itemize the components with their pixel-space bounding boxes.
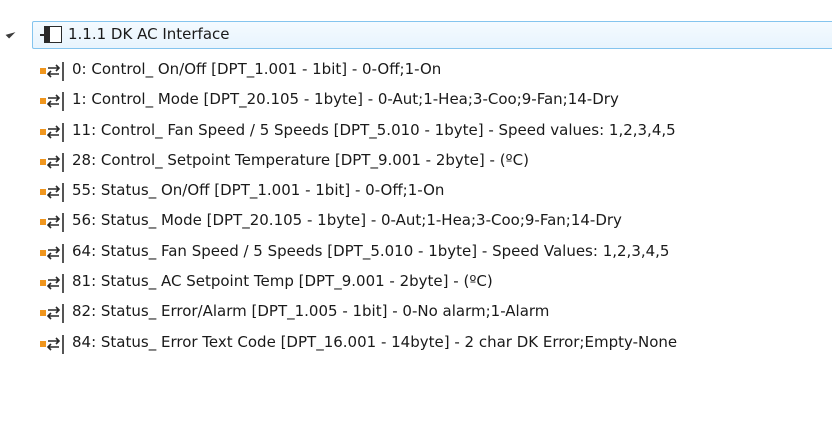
- communication-object-label: 28: Control_ Setpoint Temperature [DPT_9…: [72, 150, 529, 169]
- communication-object-label: 56: Status_ Mode [DPT_20.105 - 1byte] - …: [72, 211, 622, 230]
- communication-object-icon: [40, 274, 64, 294]
- triangle-expanded-icon[interactable]: [5, 28, 16, 39]
- communication-object-label: 55: Status_ On/Off [DPT_1.001 - 1bit] - …: [72, 181, 445, 200]
- communication-object-icon: [40, 62, 64, 81]
- communication-object-label: 84: Status_ Error Text Code [DPT_16.001 …: [72, 332, 678, 351]
- communication-object-label: 64: Status_ Fan Speed / 5 Speeds [DPT_5.…: [72, 241, 670, 260]
- communication-object-icon: [40, 243, 64, 263]
- knx-device-icon: [40, 26, 62, 43]
- communication-object-label: 81: Status_ AC Setpoint Temp [DPT_9.001 …: [72, 272, 493, 291]
- device-node[interactable]: 1.1.1 DK AC Interface: [0, 20, 832, 50]
- communication-object-icon: [40, 334, 64, 354]
- communication-object-icon: [40, 213, 64, 233]
- device-label: 1.1.1 DK AC Interface: [68, 25, 230, 43]
- communication-object-label: 11: Control_ Fan Speed / 5 Speeds [DPT_5…: [72, 120, 676, 139]
- communication-object-icon: [40, 152, 64, 172]
- communication-object-label: 0: Control_ On/Off [DPT_1.001 - 1bit] - …: [72, 60, 442, 78]
- device-tree: 1.1.1 DK AC Interface 0: Control_ On/Off…: [0, 0, 832, 437]
- communication-object-label: 82: Status_ Error/Alarm [DPT_1.005 - 1bi…: [72, 302, 550, 321]
- communication-object-label: 1: Control_ Mode [DPT_20.105 - 1byte] - …: [72, 90, 619, 109]
- communication-object-icon: [40, 122, 64, 142]
- communication-object-icon: [40, 304, 64, 324]
- communication-object-icon: [40, 92, 64, 112]
- communication-object-icon: [40, 183, 64, 203]
